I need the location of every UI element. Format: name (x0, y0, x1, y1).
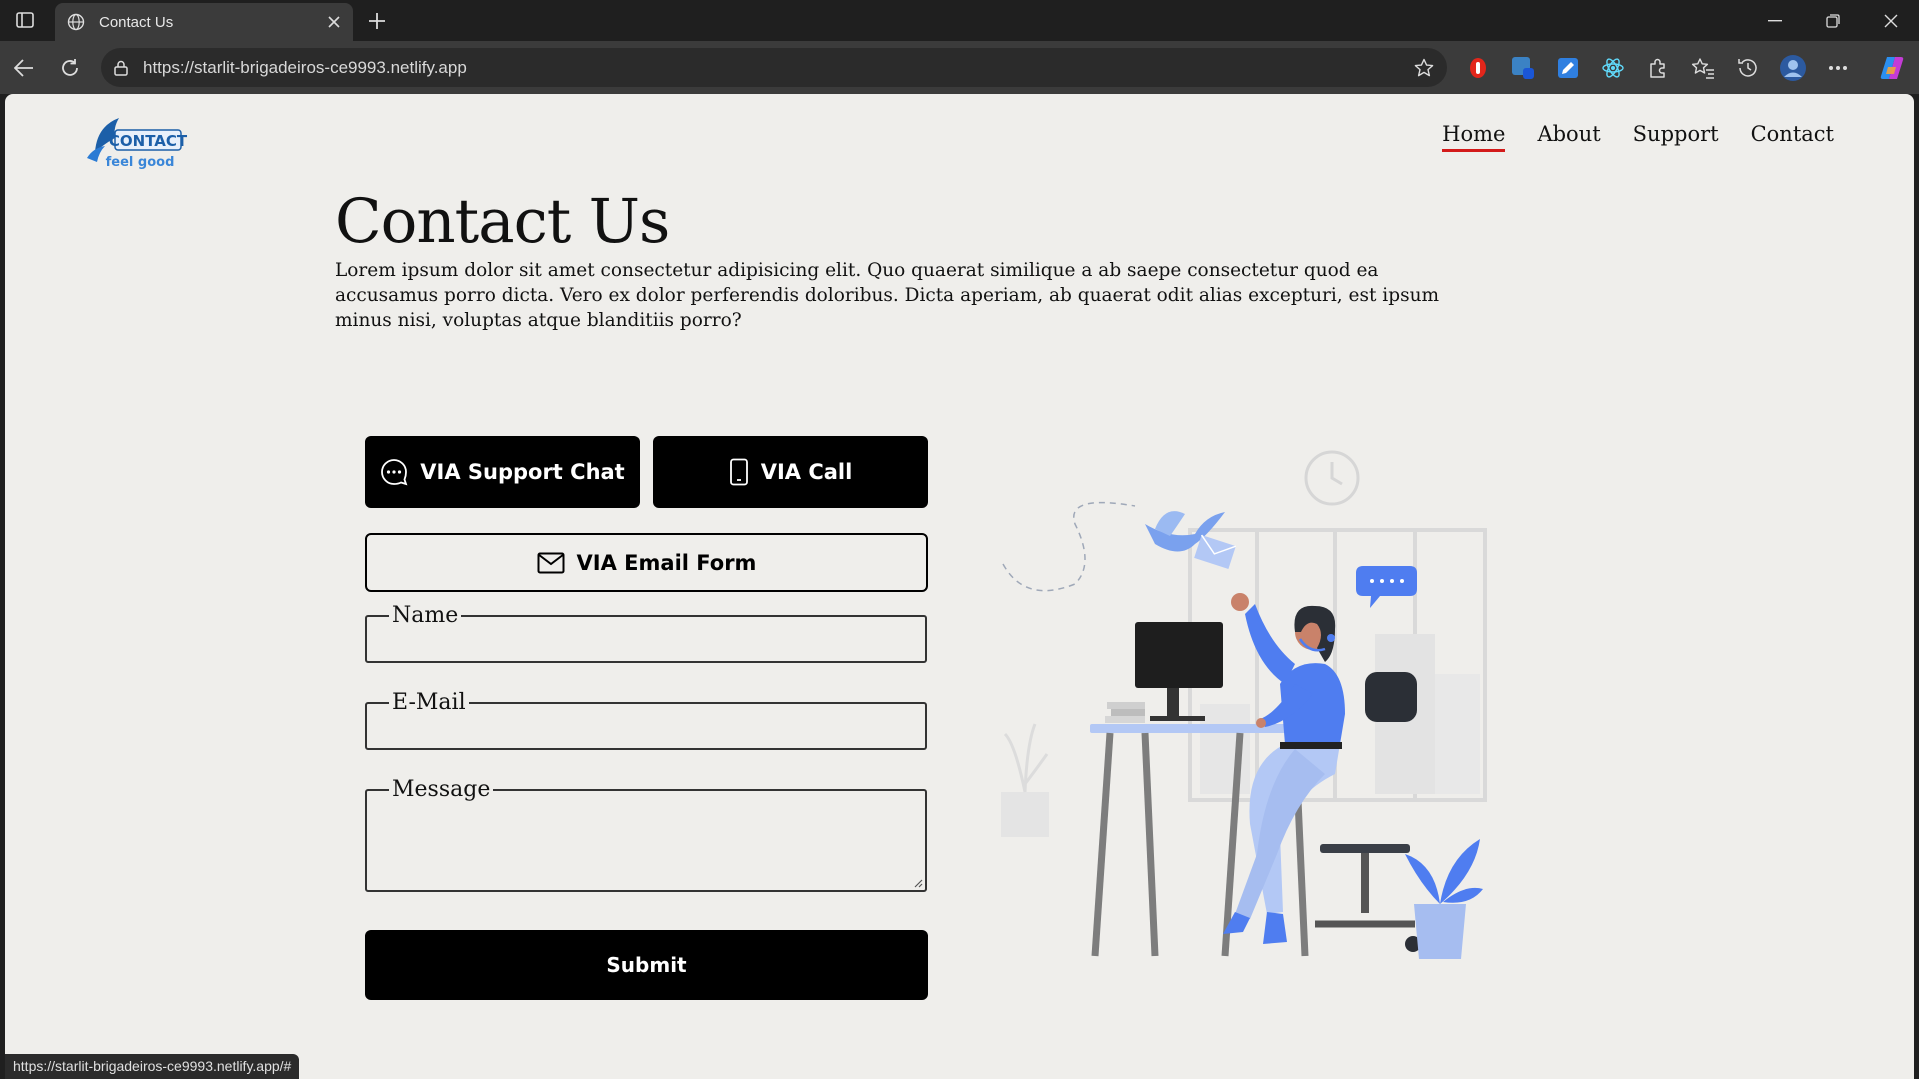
name-label: Name (392, 603, 459, 628)
react-devtools-icon[interactable] (1598, 53, 1628, 83)
site-info-lock-icon[interactable] (111, 58, 131, 78)
extension-translate-icon[interactable] (1508, 53, 1538, 83)
submit-label: Submit (606, 953, 687, 977)
status-bar-url: https://starlit-brigadeiros-ce9993.netli… (5, 1054, 300, 1079)
call-button[interactable]: VIA Call (653, 436, 928, 508)
address-bar[interactable]: https://starlit-brigadeiros-ce9993.netli… (101, 48, 1447, 87)
name-field: Name (365, 605, 927, 663)
email-field: E-Mail (365, 692, 927, 750)
nav-home-link[interactable]: Home (1442, 122, 1506, 152)
email-input[interactable] (367, 714, 925, 743)
message-field: Message (365, 779, 927, 892)
extension-red-icon[interactable] (1463, 53, 1493, 83)
svg-text:CONTACT: CONTACT (109, 132, 188, 150)
tab-title: Contact Us (99, 13, 174, 31)
mobile-phone-icon (729, 458, 749, 486)
chat-bubble-icon (380, 458, 408, 486)
restore-icon[interactable] (1811, 6, 1855, 36)
close-window-icon[interactable] (1869, 6, 1913, 36)
site-logo[interactable]: CONTACT feel good (85, 108, 195, 172)
call-label: VIA Call (760, 460, 853, 484)
new-tab-icon[interactable] (364, 8, 390, 34)
nav-support-link[interactable]: Support (1633, 122, 1719, 152)
globe-icon (65, 11, 87, 33)
favorites-icon[interactable] (1688, 53, 1718, 83)
close-tab-icon[interactable] (321, 9, 347, 35)
envelope-icon (537, 552, 565, 574)
main-nav: Home About Support Contact (1442, 122, 1834, 152)
minimize-icon[interactable] (1753, 6, 1797, 36)
email-label: E-Mail (392, 690, 466, 715)
extension-pen-icon[interactable] (1553, 53, 1583, 83)
support-chat-label: VIA Support Chat (420, 460, 625, 484)
customer-support-illustration (995, 444, 1495, 964)
page-viewport: CONTACT feel good Home About Support Con… (5, 94, 1914, 1079)
resize-grip-icon[interactable] (913, 878, 923, 888)
email-form-label: VIA Email Form (576, 550, 757, 575)
intro-paragraph: Lorem ipsum dolor sit amet consectetur a… (335, 260, 1440, 331)
favorite-star-icon[interactable] (1413, 57, 1435, 79)
support-chat-button[interactable]: VIA Support Chat (365, 436, 640, 508)
message-label: Message (392, 777, 491, 802)
tab-actions-icon[interactable] (11, 9, 38, 31)
browser-tab-strip: Contact Us (0, 0, 1919, 41)
page-title: Contact Us (335, 186, 670, 257)
history-icon[interactable] (1733, 53, 1763, 83)
copilot-icon[interactable] (1877, 53, 1907, 83)
svg-text:feel good: feel good (106, 155, 175, 170)
browser-toolbar: https://starlit-brigadeiros-ce9993.netli… (0, 41, 1919, 94)
submit-button[interactable]: Submit (365, 930, 928, 1000)
more-menu-icon[interactable] (1823, 53, 1853, 83)
extensions-puzzle-icon[interactable] (1643, 53, 1673, 83)
email-form-button[interactable]: VIA Email Form (365, 533, 928, 592)
nav-contact-link[interactable]: Contact (1751, 122, 1834, 152)
name-input[interactable] (367, 627, 925, 656)
reload-icon[interactable] (55, 53, 85, 83)
browser-tab-active[interactable]: Contact Us (55, 3, 353, 41)
address-url: https://starlit-brigadeiros-ce9993.netli… (143, 58, 467, 77)
nav-about-link[interactable]: About (1537, 122, 1600, 152)
message-textarea[interactable] (367, 801, 925, 872)
profile-avatar[interactable] (1778, 53, 1808, 83)
back-arrow-icon[interactable] (9, 53, 39, 83)
